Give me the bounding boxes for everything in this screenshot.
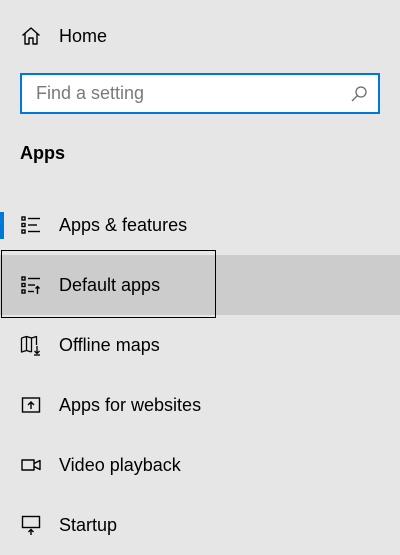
nav-item-video-playback[interactable]: Video playback	[0, 435, 400, 495]
video-playback-icon	[20, 454, 42, 476]
default-apps-icon	[20, 274, 42, 296]
search-icon[interactable]	[350, 85, 368, 103]
nav-item-label: Startup	[59, 515, 118, 535]
nav-item-label: Default apps	[59, 275, 161, 295]
nav-item-apps-for-websites[interactable]: Apps for websites	[0, 375, 400, 435]
apps-features-icon	[20, 214, 42, 236]
section-title: Apps	[20, 143, 65, 163]
offline-maps-icon	[20, 334, 42, 356]
nav-item-label: Video playback	[59, 455, 181, 475]
apps-for-websites-icon	[20, 394, 42, 416]
home-label: Home	[59, 26, 108, 46]
selected-indicator	[0, 212, 4, 239]
startup-icon	[20, 514, 42, 536]
search-input[interactable]	[36, 75, 336, 112]
nav-item-default-apps[interactable]: Default apps	[0, 255, 400, 315]
nav-item-label: Apps for websites	[59, 395, 202, 415]
home-nav-item[interactable]: Home	[0, 6, 400, 66]
nav-item-startup[interactable]: Startup	[0, 495, 400, 555]
nav-item-apps-features[interactable]: Apps & features	[0, 195, 400, 255]
nav-item-label: Apps & features	[59, 215, 188, 235]
search-box[interactable]	[20, 73, 380, 114]
nav-item-label: Offline maps	[59, 335, 160, 355]
home-icon	[20, 25, 42, 47]
nav-item-offline-maps[interactable]: Offline maps	[0, 315, 400, 375]
